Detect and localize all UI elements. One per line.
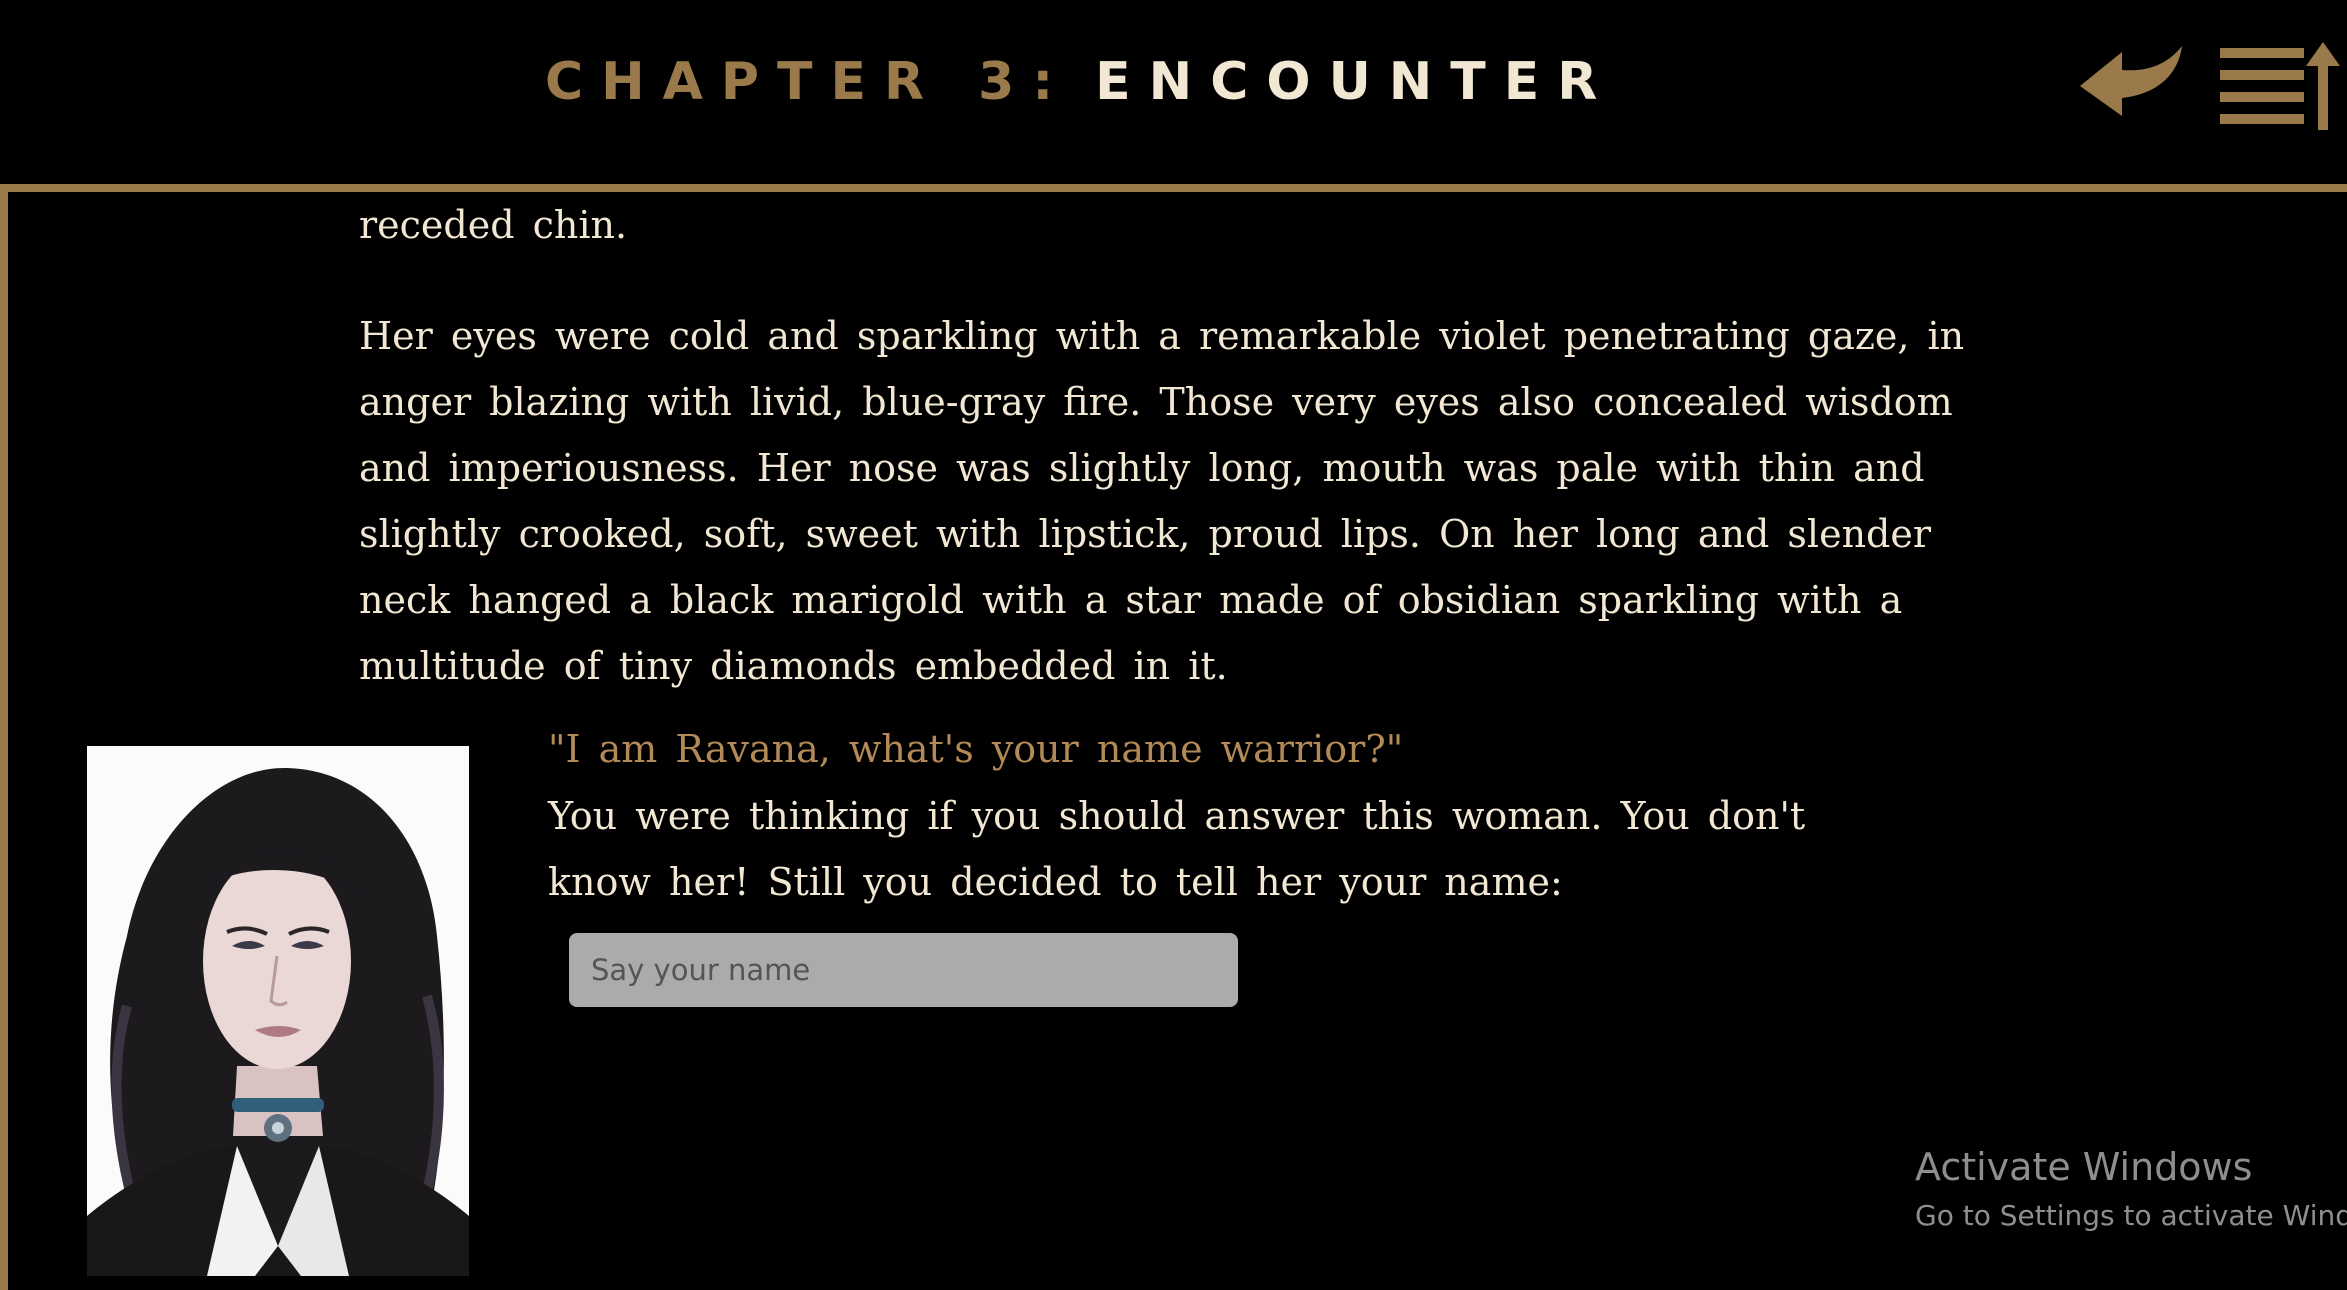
chapter-name: ENCOUNTER bbox=[1095, 52, 1616, 112]
story-paragraph: Her eyes were cold and sparkling with a … bbox=[359, 303, 1999, 699]
activate-windows-subtitle: Go to Settings to activate Windows. bbox=[1915, 1199, 2347, 1232]
chapter-list-icon[interactable] bbox=[2218, 40, 2340, 140]
story-text-line: receded chin. bbox=[359, 203, 628, 247]
character-quote: "I am Ravana, what's your name warrior?" bbox=[548, 727, 1404, 771]
top-bar: CHAPTER 3: ENCOUNTER bbox=[0, 0, 2347, 184]
story-description: Her eyes were cold and sparkling with a … bbox=[359, 314, 1965, 688]
activate-windows-watermark: Activate Windows Go to Settings to activ… bbox=[1915, 1145, 2347, 1232]
player-name-input[interactable] bbox=[569, 933, 1238, 1007]
chapter-title: CHAPTER 3: ENCOUNTER bbox=[545, 52, 1615, 112]
character-portrait bbox=[87, 746, 469, 1276]
activate-windows-title: Activate Windows bbox=[1915, 1145, 2253, 1189]
narration-text: You were thinking if you should answer t… bbox=[548, 794, 1806, 904]
story-paragraph: receded chin. bbox=[359, 200, 1999, 250]
dialogue-block: "I am Ravana, what's your name warrior?"… bbox=[548, 719, 1848, 915]
chapter-number: CHAPTER 3: bbox=[545, 52, 1072, 112]
back-arrow-icon[interactable] bbox=[2078, 42, 2188, 122]
